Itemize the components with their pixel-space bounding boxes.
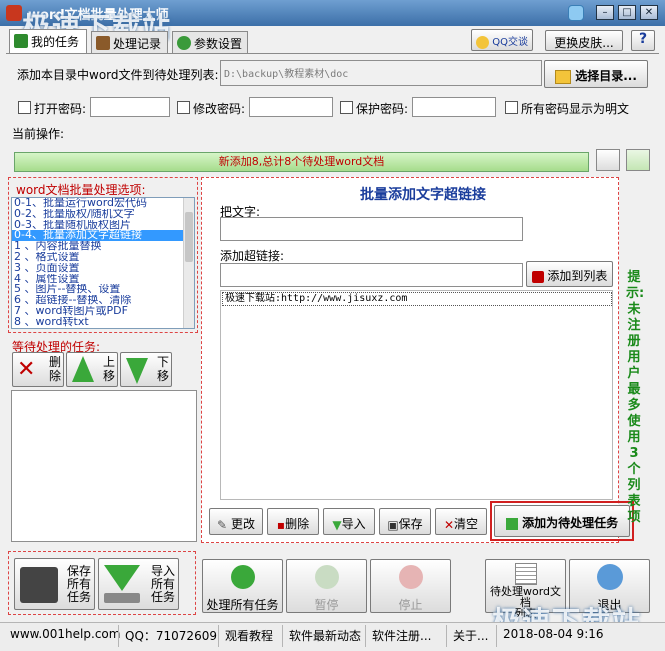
- delete-icon: ▪: [276, 517, 286, 532]
- tab-history[interactable]: 处理记录: [91, 31, 168, 53]
- briefcase-icon: [96, 36, 110, 50]
- app-logo-icon: [6, 5, 22, 21]
- save-disk-icon: ▣: [387, 517, 399, 532]
- delete-button[interactable]: ▪删除: [267, 508, 319, 535]
- clear-button[interactable]: ✕清空: [435, 508, 487, 535]
- list-item[interactable]: 0-2、批量版权/随机文字: [12, 209, 194, 220]
- protect-password-label: 保护密码:: [356, 102, 409, 116]
- status-datetime: 2018-08-04 9:16: [503, 627, 604, 641]
- move-down-button[interactable]: 下移: [120, 352, 172, 387]
- skin-shirt-icon[interactable]: [568, 5, 584, 21]
- link-url-input[interactable]: [220, 263, 523, 287]
- arrow-down-icon: [126, 358, 148, 384]
- list-item[interactable]: 1 、内容批量替换: [12, 241, 194, 252]
- dir-label: 添加本目录中word文件到待处理列表:: [17, 68, 219, 82]
- play-icon: [231, 565, 255, 589]
- list-item[interactable]: 2 、格式设置: [12, 252, 194, 263]
- list-item[interactable]: 8 、word转txt: [12, 317, 194, 328]
- save-button[interactable]: ▣保存: [379, 508, 431, 535]
- arrow-up-icon: [72, 356, 94, 382]
- protect-password-checkbox[interactable]: [340, 101, 353, 114]
- show-plain-label: 所有密码显示为明文: [521, 102, 630, 116]
- minimize-button[interactable]: –: [596, 5, 614, 20]
- floppy-disk-icon: [20, 567, 58, 603]
- show-plain-checkbox[interactable]: [505, 101, 518, 114]
- download-icon[interactable]: [626, 149, 650, 171]
- list-item-selected[interactable]: 0-4、批量添加文字超链接: [12, 230, 194, 242]
- pause-button[interactable]: 暂停: [286, 559, 367, 613]
- select-dir-button[interactable]: 选择目录...: [544, 60, 648, 88]
- stop-button[interactable]: 停止: [370, 559, 451, 613]
- list-item[interactable]: 3 、页面设置: [12, 263, 194, 274]
- list-item[interactable]: 6 、超链接--替换、清除: [12, 295, 194, 306]
- options-scrollbar[interactable]: [183, 198, 194, 328]
- open-password-field[interactable]: [90, 97, 170, 117]
- change-skin-button[interactable]: 更换皮肤...: [545, 30, 623, 51]
- add-plus-icon: [531, 270, 544, 283]
- stop-icon: [399, 565, 423, 589]
- save-tasks-button[interactable]: 保存 所有 任务: [14, 558, 95, 610]
- add-task-icon: [505, 517, 518, 530]
- status-bar: www.001help.com QQ：71072609 观看教程 软件最新动态 …: [0, 622, 665, 651]
- pencil-icon: ✎: [217, 517, 228, 532]
- modify-password-checkbox[interactable]: [177, 101, 190, 114]
- site-link[interactable]: www.001help.com: [10, 627, 120, 641]
- options-title: word文档批量处理选项:: [16, 183, 146, 197]
- list-item[interactable]: 0-3、批量随机版权图片: [12, 220, 194, 231]
- add-task-button[interactable]: 添加为待处理任务: [494, 505, 630, 537]
- tree-icon: [177, 36, 191, 50]
- import-button[interactable]: ▼导入: [323, 508, 375, 535]
- qq-penguin-icon: [476, 35, 490, 49]
- list-item[interactable]: 5 、图片--替换、设置: [12, 284, 194, 295]
- dir-path-field[interactable]: D:\backup\教程素材\doc: [220, 60, 542, 86]
- register-link[interactable]: 软件注册...: [372, 627, 431, 644]
- list-item[interactable]: 4 、属性设置: [12, 274, 194, 285]
- about-link[interactable]: 关于...: [453, 627, 488, 644]
- import-arrow-icon: [104, 565, 140, 591]
- news-link[interactable]: 软件最新动态: [289, 627, 361, 644]
- protect-password-field[interactable]: [412, 97, 496, 117]
- tutorial-link[interactable]: 观看教程: [225, 627, 273, 644]
- close-button[interactable]: ✕: [640, 5, 658, 20]
- tab-my-tasks[interactable]: 我的任务: [9, 29, 87, 54]
- import-tasks-button[interactable]: 导入 所有 任务: [98, 558, 179, 610]
- x-icon: ✕: [17, 357, 36, 382]
- clear-x-icon: ✕: [443, 517, 455, 532]
- current-op-label: 当前操作:: [12, 127, 65, 141]
- list-document-icon: [515, 563, 537, 585]
- help-icon: ?: [638, 31, 648, 47]
- delete-task-button[interactable]: ✕ 删除: [12, 352, 64, 387]
- tab-settings[interactable]: 参数设置: [172, 31, 248, 53]
- list-item[interactable]: 7 、word转图片或PDF: [12, 306, 194, 317]
- modify-password-field[interactable]: [249, 97, 333, 117]
- list-item[interactable]: 0-1、批量运行word宏代码: [12, 198, 194, 209]
- options-list[interactable]: 0-1、批量运行word宏代码 0-2、批量版权/随机文字 0-3、批量随机版权…: [11, 197, 195, 329]
- tasks-tab-icon: [14, 34, 28, 48]
- move-up-button[interactable]: 上移: [66, 352, 118, 387]
- progress-bar: 新添加8,总计8个待处理word文档: [14, 152, 589, 172]
- link-text-input[interactable]: [220, 217, 523, 241]
- open-password-checkbox[interactable]: [18, 101, 31, 114]
- edit-button[interactable]: ✎ 更改: [209, 508, 263, 535]
- link-list[interactable]: [220, 290, 613, 500]
- add-to-list-button[interactable]: 添加到列表: [526, 261, 613, 287]
- panel-title: 批量添加文字超链接: [360, 187, 486, 203]
- import-arrow-icon: ▼: [332, 517, 342, 532]
- help-button[interactable]: ?: [631, 30, 655, 51]
- save-disk-icon[interactable]: [596, 149, 620, 171]
- maximize-button[interactable]: □: [618, 5, 636, 20]
- register-tip: 提示:未注册用户最多使用3个列表项: [626, 270, 645, 525]
- pause-icon: [315, 565, 339, 589]
- qq-chat-button[interactable]: QQ交谈: [471, 29, 533, 51]
- folder-icon: [555, 69, 572, 84]
- qq-number: QQ：71072609: [125, 629, 217, 643]
- process-all-button[interactable]: 处理所有任务: [202, 559, 283, 613]
- link-label: 添加超链接:: [220, 249, 285, 263]
- modify-password-label: 修改密码:: [193, 102, 246, 116]
- list-item[interactable]: 极速下载站:http://www.jisuxz.com: [222, 292, 612, 306]
- tray-icon: [104, 593, 140, 603]
- task-list[interactable]: [11, 390, 197, 542]
- open-password-label: 打开密码:: [34, 102, 87, 116]
- exit-runner-icon: [597, 564, 623, 590]
